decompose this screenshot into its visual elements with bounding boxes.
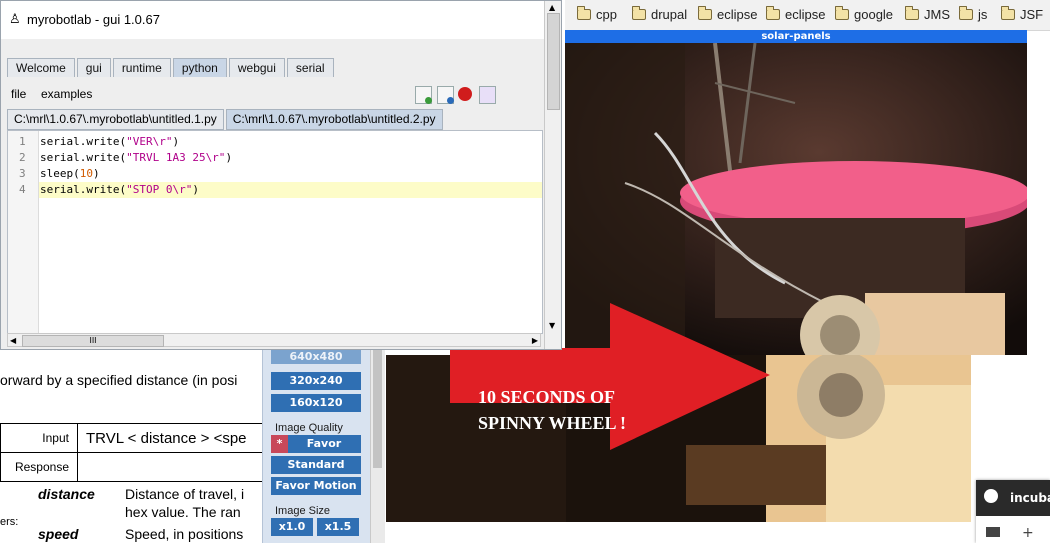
tab-serial[interactable]: serial — [286, 58, 334, 77]
folder-icon — [834, 6, 849, 20]
tab-webgui[interactable]: webgui — [228, 58, 285, 77]
folder-icon — [631, 6, 646, 20]
tab-gui[interactable]: gui — [76, 58, 111, 77]
arrow-caption: 10 SECONDS OF SPINNY WHEEL ! — [478, 387, 627, 433]
code-line[interactable]: serial.write("VER\r") — [40, 135, 179, 148]
window-titlebar[interactable]: ♙ myrobotlab - gui 1.0.67 — [1, 1, 546, 39]
stop-icon[interactable] — [458, 87, 472, 101]
response-label: Response — [0, 452, 78, 482]
param-distance: distance — [38, 486, 95, 502]
camera-settings-panel: 640x480 320x240 160x120 Image Quality * … — [262, 350, 385, 543]
folder-icon — [697, 6, 712, 20]
folder-icon — [765, 6, 780, 20]
line-number: 2 — [19, 151, 26, 164]
size-160-button[interactable]: 160x120 — [271, 394, 361, 412]
open-file-icon[interactable] — [437, 86, 454, 104]
menu-file[interactable]: file — [11, 87, 26, 101]
code-line[interactable]: sleep(10) — [40, 167, 100, 180]
folder-icon — [576, 6, 591, 20]
panel-scrollbar[interactable] — [370, 350, 385, 543]
add-person-icon[interactable]: + — [1022, 525, 1034, 541]
size-640-button[interactable]: 640x480 — [271, 350, 361, 364]
tab-runtime[interactable]: runtime — [112, 58, 171, 77]
scale-1x-button[interactable]: x1.0 — [271, 518, 313, 536]
video-call-icon[interactable] — [986, 527, 1000, 537]
favor-motion-button[interactable]: Favor Motion — [271, 477, 361, 495]
folder-icon — [904, 6, 919, 20]
param-section-label: ers: — [0, 516, 19, 528]
bookmarks-bar: cpp drupal eclipse eclipse google JMS js… — [565, 0, 1050, 31]
bookmark-drupal[interactable]: drupal — [631, 6, 687, 22]
line-number: 3 — [19, 167, 26, 180]
input-label: Input — [0, 423, 78, 453]
code-editor[interactable]: 1 2 3 4 serial.write("VER\r") serial.wri… — [7, 130, 543, 334]
standard-quality-button[interactable]: Standard — [271, 456, 361, 474]
tab-welcome[interactable]: Welcome — [7, 58, 75, 77]
window-title: myrobotlab - gui 1.0.67 — [27, 12, 160, 27]
param-speed-desc: Speed, in positions — [125, 526, 244, 542]
panel-scroll-thumb[interactable] — [373, 350, 382, 468]
scroll-right-icon[interactable]: ▶ — [532, 336, 538, 345]
robot-icon: ♙ — [9, 12, 21, 27]
service-tabs: Welcome gui runtime python webgui serial — [7, 58, 336, 77]
bookmark-jms[interactable]: JMS — [904, 6, 950, 22]
size-320-button[interactable]: 320x240 — [271, 372, 361, 390]
chat-widget[interactable]: incuba + — [976, 480, 1050, 543]
bookmark-google[interactable]: google — [834, 6, 893, 22]
v-scroll-thumb[interactable] — [547, 13, 560, 110]
param-distance-desc-2: hex value. The ran — [125, 504, 241, 520]
menu-examples[interactable]: examples — [41, 87, 92, 101]
python-menubar: file examples — [5, 81, 540, 107]
execute-icon[interactable] — [479, 86, 496, 104]
code-line[interactable]: serial.write("STOP 0\r") — [40, 183, 199, 196]
bookmark-eclipse-2[interactable]: eclipse — [765, 6, 825, 22]
bookmark-js[interactable]: js — [958, 6, 987, 22]
file-tab-untitled-2[interactable]: C:\mrl\1.0.67\.myrobotlab\untitled.2.py — [225, 109, 443, 130]
location-pin-icon — [984, 489, 998, 503]
bookmark-jsf[interactable]: JSF — [1000, 6, 1043, 22]
folder-icon — [1000, 6, 1015, 20]
file-tab-untitled-1[interactable]: C:\mrl\1.0.67\.myrobotlab\untitled.1.py — [7, 109, 224, 130]
new-file-icon[interactable] — [415, 86, 432, 104]
param-distance-desc: Distance of travel, i — [125, 486, 245, 502]
bookmark-cpp[interactable]: cpp — [576, 6, 617, 22]
line-number: 4 — [19, 183, 26, 196]
camera-title: solar-panels — [565, 30, 1027, 43]
folder-icon — [958, 6, 973, 20]
scroll-up-icon[interactable]: ▲ — [549, 3, 555, 12]
doc-intro-text: orward by a specified distance (in posi — [0, 372, 238, 388]
favor-clarity-button[interactable]: * Favor Clarity — [271, 435, 361, 468]
selected-star-icon: * — [271, 435, 288, 453]
chat-header[interactable]: incuba — [976, 480, 1050, 516]
myrobotlab-window: ♙ myrobotlab - gui 1.0.67 Welcome gui ru… — [0, 0, 562, 350]
param-speed: speed — [38, 526, 79, 542]
tab-python[interactable]: python — [172, 58, 227, 77]
editor-horizontal-scrollbar[interactable]: ◀ III ▶ — [7, 333, 541, 347]
file-tabs: C:\mrl\1.0.67\.myrobotlab\untitled.1.py … — [7, 109, 445, 130]
code-line[interactable]: serial.write("TRVL 1A3 25\r") — [40, 151, 232, 164]
scale-1-5x-button[interactable]: x1.5 — [317, 518, 359, 536]
window-vertical-scrollbar[interactable]: ▲ ▼ — [544, 1, 561, 349]
bookmark-eclipse[interactable]: eclipse — [697, 6, 757, 22]
scroll-left-icon[interactable]: ◀ — [10, 336, 16, 345]
scroll-down-icon[interactable]: ▼ — [549, 321, 555, 330]
line-gutter: 1 2 3 4 — [8, 131, 39, 333]
line-number: 1 — [19, 135, 26, 148]
h-scroll-thumb[interactable]: III — [22, 335, 164, 347]
image-quality-label: Image Quality — [275, 422, 343, 434]
image-size-label: Image Size — [275, 505, 331, 517]
